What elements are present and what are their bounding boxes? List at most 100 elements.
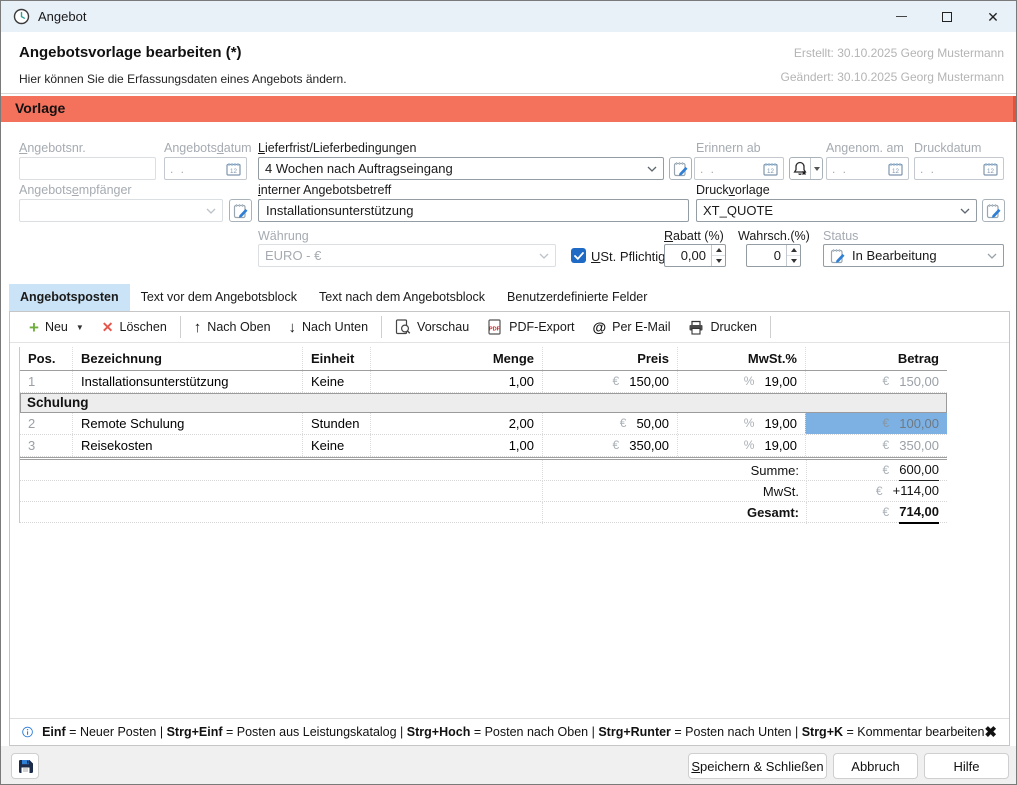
vorschau-button[interactable]: Vorschau [386,315,478,339]
wahrsch-spinner[interactable]: 0 [746,244,801,267]
page-subtitle: Hier können Sie die Erfassungsdaten eine… [19,72,347,86]
wahrsch-label: Wahrsch.(%) [738,229,810,243]
angebotsdatum-label: Angebotsdatum [164,141,252,155]
selected-cell[interactable]: €100,00 [805,413,947,434]
positions-toolbar: + Neu ▼ ✕ Löschen ↑ Nach Oben ↓ Nach Unt… [10,312,1009,343]
calendar-icon[interactable]: 12 [888,162,903,176]
rabatt-label: Rabatt (%) [664,229,724,243]
empfaenger-combobox[interactable] [19,199,223,222]
angebotsnr-input[interactable] [20,158,155,179]
calendar-icon[interactable]: 12 [983,162,998,176]
euro-symbol: € [613,371,620,392]
calendar-icon[interactable]: 12 [763,162,778,176]
angebotsnr-label: Angebotsnr. [19,141,86,155]
angenommen-label: Angenom. am [826,141,904,155]
app-clock-icon [13,8,30,25]
gesamt-label: Gesamt: [542,502,806,524]
chevron-down-icon [960,208,970,214]
druckvorlage-combobox[interactable]: XT_QUOTE [696,199,977,222]
drucken-button[interactable]: Drucken [679,315,766,339]
minimize-button[interactable] [878,1,924,32]
wahrsch-spin-up[interactable] [787,245,800,256]
save-close-button[interactable]: Speichern & Schließen [688,753,827,779]
gesamt-value: 714,00 [899,502,939,524]
hint-close-icon[interactable]: ✖ [984,723,997,741]
status-combobox[interactable]: In Bearbeitung [823,244,1004,267]
druckdatum-placeholder: . . [920,162,983,176]
rabatt-value[interactable]: 0,00 [665,245,711,266]
printer-icon [688,320,704,335]
wahrsch-value[interactable]: 0 [747,245,786,266]
lieferfrist-label: Lieferfrist/Lieferbedingungen [258,141,416,155]
erinnern-field[interactable]: . . 12 [694,157,784,180]
svg-text:12: 12 [892,168,899,175]
tab-benutzerdefinierte-felder[interactable]: Benutzerdefinierte Felder [496,284,658,311]
lieferfrist-combobox[interactable]: 4 Wochen nach Auftragseingang [258,157,664,180]
group-header-row[interactable]: Schulung [20,393,947,413]
tab-angebotsposten[interactable]: Angebotsposten [9,284,130,311]
per-email-button[interactable]: @ Per E-Mail [583,315,679,339]
help-button[interactable]: Hilfe [924,753,1009,779]
angebotsnr-field[interactable] [19,157,156,180]
table-row[interactable]: 2 Remote Schulung Stunden 2,00 €50,00 %1… [20,413,947,435]
positions-table: Pos. Bezeichnung Einheit Menge Preis MwS… [19,347,947,523]
bell-dropdown-arrow[interactable] [810,158,822,179]
druckvorlage-edit-button[interactable] [982,199,1005,222]
col-einheit: Einheit [302,347,370,370]
angenommen-field[interactable]: . . 12 [826,157,909,180]
nach-oben-button[interactable]: ↑ Nach Oben [185,315,280,339]
svg-text:12: 12 [230,168,237,175]
angebotsdatum-placeholder: . . [170,162,226,176]
maximize-button[interactable] [924,1,970,32]
preview-magnifier-icon [395,319,411,335]
table-row[interactable]: 3 Reisekosten Keine 1,00 €350,00 %19,00 … [20,435,947,457]
calendar-icon[interactable]: 12 [226,162,241,176]
floppy-disk-icon [17,758,34,775]
maximize-icon [942,12,952,22]
rabatt-spinner[interactable]: 0,00 [664,244,726,267]
rabatt-spin-down[interactable] [712,256,725,266]
tab-strip: Angebotsposten Text vor dem Angebotsbloc… [9,284,658,311]
ust-checkbox-label[interactable]: USt. Pflichtig [591,249,665,264]
ust-checkbox[interactable] [571,248,586,263]
angebotsdatum-field[interactable]: . . 12 [164,157,247,180]
tab-text-nach[interactable]: Text nach dem Angebotsblock [308,284,496,311]
bottom-bar: Speichern & Schließen Abbruch Hilfe [1,746,1016,785]
erinnern-label: Erinnern ab [696,141,761,155]
neu-dropdown-arrow[interactable]: ▼ [76,323,84,332]
waehrung-combobox[interactable]: EURO - € [258,244,556,267]
reminder-bell-splitbutton[interactable] [789,157,823,180]
minimize-icon [896,16,907,17]
pdf-export-button[interactable]: PDF PDF-Export [478,315,583,339]
nach-unten-button[interactable]: ↓ Nach Unten [280,315,378,339]
positions-panel: + Neu ▼ ✕ Löschen ↑ Nach Oben ↓ Nach Unt… [9,311,1010,746]
tab-text-vor[interactable]: Text vor dem Angebotsblock [130,284,308,311]
empfaenger-edit-button[interactable] [229,199,252,222]
table-row[interactable]: 1 Installationsunterstützung Keine 1,00 … [20,371,947,393]
loeschen-button[interactable]: ✕ Löschen [93,315,176,339]
waehrung-value: EURO - € [265,248,535,263]
close-button[interactable]: ✕ [970,1,1016,32]
rabatt-spin-up[interactable] [712,245,725,256]
wahrsch-spin-down[interactable] [787,256,800,266]
section-title: Vorlage [15,100,65,116]
col-mwst: MwSt.% [677,347,805,370]
save-button[interactable] [11,753,39,779]
gesamt-row: Gesamt: €714,00 [20,502,947,523]
abort-button[interactable]: Abbruch [833,753,918,779]
neu-button[interactable]: + Neu ▼ [20,315,93,339]
druckvorlage-value: XT_QUOTE [703,203,956,218]
lieferfrist-edit-button[interactable] [669,157,692,180]
druckdatum-field[interactable]: . . 12 [914,157,1004,180]
toolbar-separator [770,316,771,338]
bell-off-icon[interactable] [790,158,810,179]
betreff-input[interactable] [259,200,688,221]
empfaenger-label: Angebotsempfänger [19,183,132,197]
col-menge: Menge [370,347,542,370]
col-bezeichnung: Bezeichnung [72,347,302,370]
chevron-down-icon [539,253,549,259]
section-band: Vorlage [1,96,1016,122]
shortcut-hint-text: Einf = Neuer Posten | Strg+Einf = Posten… [42,725,984,739]
waehrung-label: Währung [258,229,309,243]
betreff-field[interactable] [258,199,689,222]
